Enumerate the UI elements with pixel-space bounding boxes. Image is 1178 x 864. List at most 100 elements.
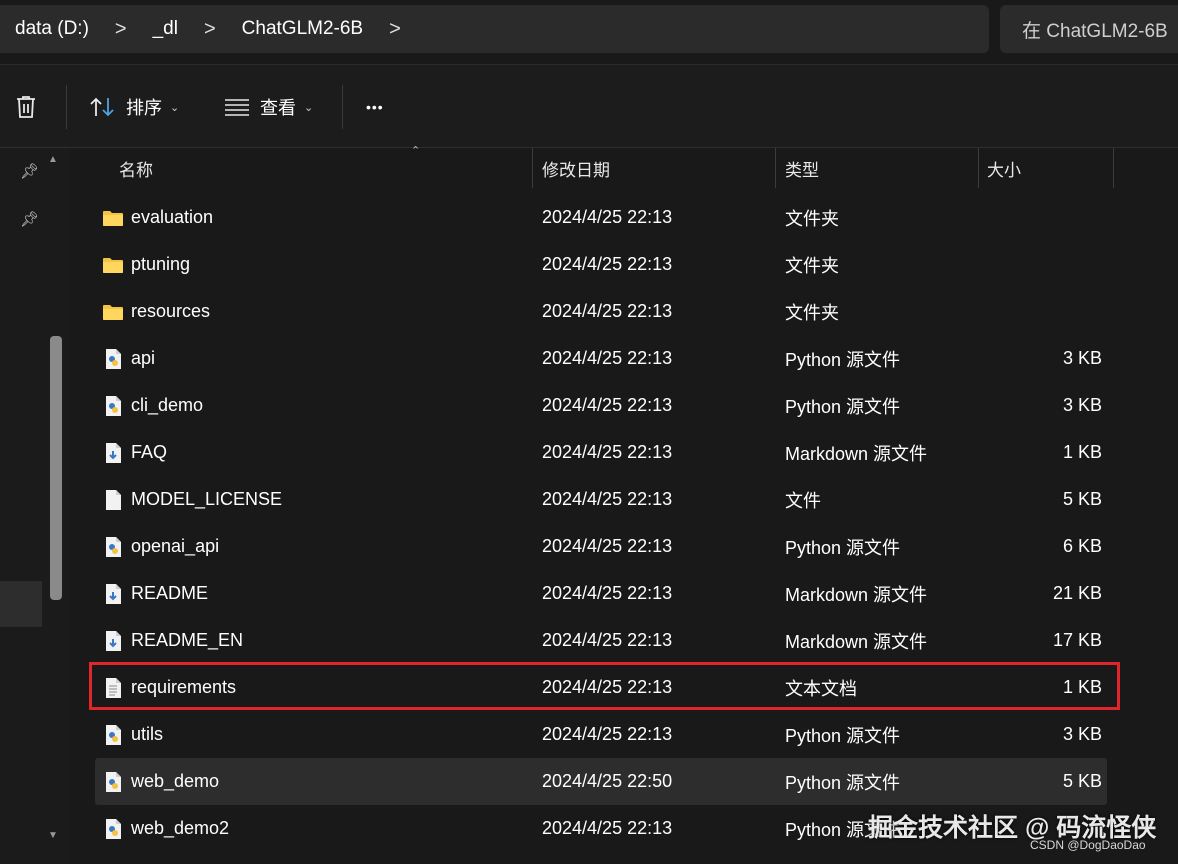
- file-modified-date: 2024/4/25 22:13: [542, 348, 673, 368]
- file-modified-date: 2024/4/25 22:13: [542, 489, 673, 509]
- column-header-row: ⌃ 名称 修改日期 类型 大小: [95, 145, 1115, 188]
- pin-icon[interactable]: 📌︎: [20, 210, 39, 228]
- file-size: 6 KB: [1062, 536, 1102, 556]
- file-modified-date: 2024/4/25 22:13: [542, 536, 673, 556]
- file-name: resources: [131, 301, 211, 321]
- file-size: 1 KB: [1062, 442, 1102, 462]
- file-row[interactable]: api 2024/4/25 22:13 Python 源文件 3 KB: [95, 335, 1107, 382]
- file-name: evaluation: [131, 207, 214, 227]
- watermark-sub: CSDN @DogDaoDao: [1030, 838, 1146, 852]
- file-size: [995, 194, 1102, 241]
- file-type: 文件夹: [785, 208, 839, 229]
- file-name: requirements: [131, 677, 237, 697]
- file-size: 5 KB: [1062, 771, 1102, 791]
- file-icon: [102, 476, 124, 523]
- file-type: 文本文档: [785, 678, 857, 699]
- view-list-icon: [225, 99, 249, 116]
- file-modified-date: 2024/4/25 22:13: [542, 301, 673, 321]
- pin-icon[interactable]: 📌︎: [20, 162, 39, 180]
- python-file-icon: [102, 711, 124, 758]
- breadcrumb-item-dl[interactable]: _dl: [153, 18, 178, 40]
- file-row[interactable]: web_demo 2024/4/25 22:50 Python 源文件 5 KB: [95, 758, 1107, 805]
- file-type: Markdown 源文件: [785, 584, 928, 605]
- file-name: FAQ: [131, 442, 168, 462]
- file-type: Python 源文件: [785, 537, 901, 558]
- file-type: Python 源文件: [785, 396, 901, 417]
- file-modified-date: 2024/4/25 22:13: [542, 818, 673, 838]
- python-file-icon: [102, 335, 124, 382]
- trash-icon: [17, 96, 35, 118]
- breadcrumb-chevron-icon[interactable]: >: [115, 18, 127, 41]
- file-size: 21 KB: [1052, 583, 1102, 603]
- markdown-file-icon: [102, 429, 124, 476]
- file-type: 文件夹: [785, 255, 839, 276]
- sort-ascending-icon: ⌃: [411, 145, 421, 157]
- nav-scrollbar-thumb[interactable]: [50, 336, 62, 600]
- file-modified-date: 2024/4/25 22:13: [542, 395, 673, 415]
- python-file-icon: [102, 758, 124, 805]
- file-type: 文件夹: [785, 302, 839, 323]
- column-header-size[interactable]: 大小: [987, 148, 1021, 188]
- file-name: README: [131, 583, 209, 603]
- address-bar[interactable]: data (D:) > _dl > ChatGLM2-6B >: [0, 5, 989, 53]
- file-row[interactable]: FAQ 2024/4/25 22:13 Markdown 源文件 1 KB: [95, 429, 1107, 476]
- nav-selected-item[interactable]: [0, 581, 42, 627]
- column-header-type[interactable]: 类型: [785, 148, 819, 188]
- more-options-button[interactable]: •••: [366, 65, 384, 149]
- python-file-icon: [102, 382, 124, 429]
- breadcrumb-item-chatglm[interactable]: ChatGLM2-6B: [242, 18, 363, 40]
- text-file-icon: [102, 664, 124, 711]
- scroll-up-icon[interactable]: ▲: [48, 154, 58, 165]
- file-size: 1 KB: [1062, 677, 1102, 697]
- file-type: Python 源文件: [785, 349, 901, 370]
- file-row[interactable]: ptuning 2024/4/25 22:13 文件夹: [95, 241, 1107, 288]
- column-header-name[interactable]: 名称: [119, 148, 153, 188]
- markdown-file-icon: [102, 617, 124, 664]
- breadcrumb-chevron-icon[interactable]: >: [204, 18, 216, 41]
- sort-button[interactable]: 排序 ⌄: [90, 65, 179, 149]
- file-row[interactable]: openai_api 2024/4/25 22:13 Python 源文件 6 KB: [95, 523, 1107, 570]
- file-size: 5 KB: [1062, 489, 1102, 509]
- file-name: MODEL_LICENSE: [131, 489, 283, 509]
- file-modified-date: 2024/4/25 22:13: [542, 442, 673, 462]
- file-row[interactable]: MODEL_LICENSE 2024/4/25 22:13 文件 5 KB: [95, 476, 1107, 523]
- file-type: Python 源文件: [785, 725, 901, 746]
- file-name: openai_api: [131, 536, 220, 556]
- breadcrumb-chevron-icon[interactable]: >: [389, 18, 401, 41]
- column-header-date[interactable]: 修改日期: [542, 148, 610, 188]
- folder-icon: [102, 288, 124, 335]
- sort-arrows-icon: [90, 97, 114, 117]
- file-name: ptuning: [131, 254, 191, 274]
- file-modified-date: 2024/4/25 22:13: [542, 724, 673, 744]
- folder-icon: [102, 194, 124, 241]
- file-row[interactable]: cli_demo 2024/4/25 22:13 Python 源文件 3 KB: [95, 382, 1107, 429]
- chevron-down-icon: ⌄: [304, 101, 314, 114]
- search-input[interactable]: 在 ChatGLM2-6B: [1000, 5, 1178, 53]
- file-row[interactable]: resources 2024/4/25 22:13 文件夹: [95, 288, 1107, 335]
- breadcrumb-item-drive[interactable]: data (D:): [15, 18, 89, 40]
- scroll-down-icon[interactable]: ▼: [48, 830, 58, 841]
- file-name: api: [131, 348, 156, 368]
- file-modified-date: 2024/4/25 22:13: [542, 677, 673, 697]
- file-modified-date: 2024/4/25 22:13: [542, 630, 673, 650]
- view-button[interactable]: 查看 ⌄: [224, 65, 313, 149]
- file-type: 文件: [785, 490, 821, 511]
- file-size: 3 KB: [1062, 724, 1102, 744]
- file-size: 3 KB: [1062, 395, 1102, 415]
- file-row[interactable]: requirements 2024/4/25 22:13 文本文档 1 KB: [95, 664, 1107, 711]
- file-name: utils: [131, 724, 164, 744]
- file-type: Markdown 源文件: [785, 443, 928, 464]
- file-modified-date: 2024/4/25 22:13: [542, 207, 673, 227]
- file-row[interactable]: README_EN 2024/4/25 22:13 Markdown 源文件 17 K…: [95, 617, 1107, 664]
- file-size: [995, 288, 1102, 335]
- file-modified-date: 2024/4/25 22:13: [542, 583, 673, 603]
- file-row[interactable]: utils 2024/4/25 22:13 Python 源文件 3 KB: [95, 711, 1107, 758]
- command-bar: 排序 ⌄ 查看 ⌄ •••: [0, 64, 1178, 148]
- file-row[interactable]: README 2024/4/25 22:13 Markdown 源文件 21 KB: [95, 570, 1107, 617]
- file-row[interactable]: evaluation 2024/4/25 22:13 文件夹: [95, 194, 1107, 241]
- delete-button[interactable]: [14, 65, 38, 149]
- folder-icon: [102, 241, 124, 288]
- view-label: 查看: [260, 98, 296, 118]
- file-size: [995, 241, 1102, 288]
- file-name: cli_demo: [131, 395, 204, 415]
